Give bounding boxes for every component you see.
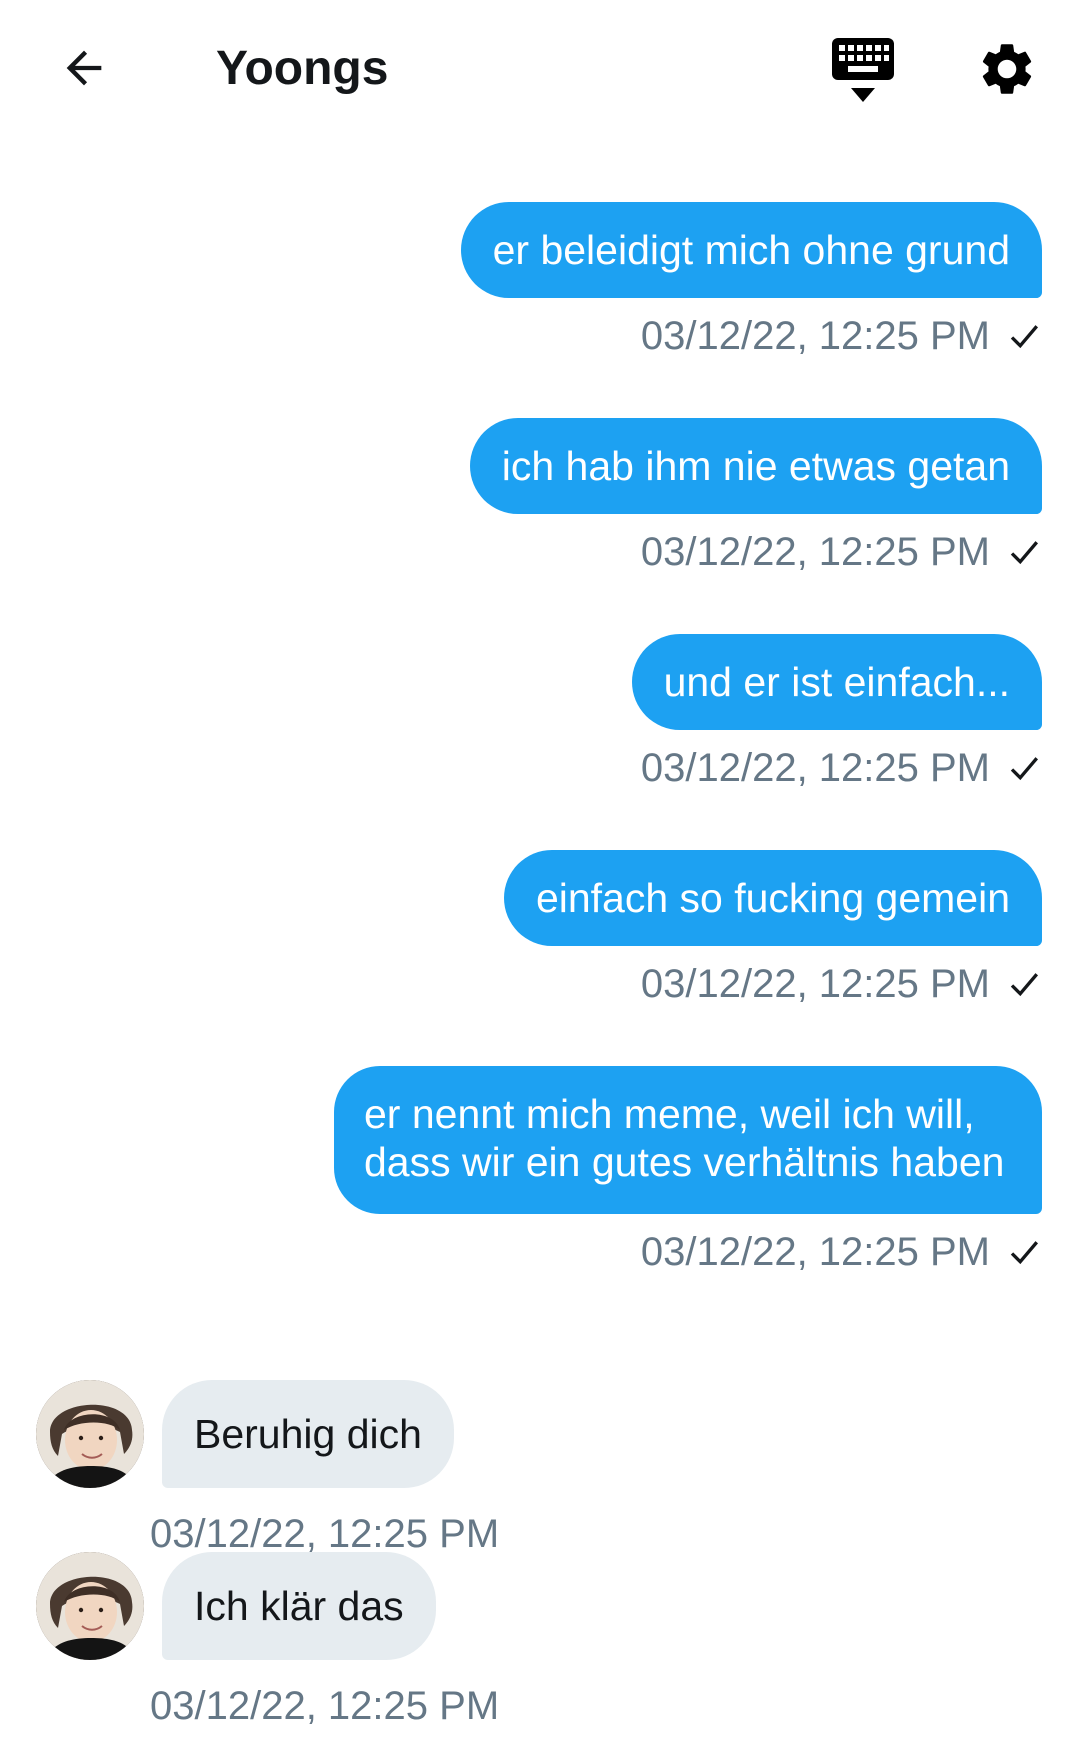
message-timestamp: 03/12/22, 12:25 PM xyxy=(640,530,990,574)
message-meta: 03/12/22, 12:25 PM xyxy=(641,528,1042,576)
avatar[interactable] xyxy=(36,1380,144,1488)
message-timestamp: 03/12/22, 12:25 PM xyxy=(640,962,990,1006)
message-meta: 03/12/22, 12:25 PM xyxy=(641,312,1042,360)
conversation-title: Yoongs xyxy=(216,42,389,95)
message-outgoing: er nennt mich meme, weil ich will, dass … xyxy=(334,1066,1042,1276)
check-icon xyxy=(1010,757,1039,781)
message-outgoing: und er ist einfach... 03/12/22, 12:25 PM xyxy=(631,634,1042,792)
message-bubble-incoming[interactable]: Ich klär das xyxy=(162,1552,436,1660)
arrow-left-icon xyxy=(66,50,102,86)
message-timestamp: 03/12/22, 12:25 PM xyxy=(640,314,990,358)
back-button[interactable] xyxy=(52,36,116,100)
message-timestamp: 03/12/22, 12:25 PM xyxy=(640,1230,990,1274)
message-bubble-outgoing[interactable]: ich hab ihm nie etwas getan xyxy=(469,418,1042,514)
message-bubble-incoming[interactable]: Beruhig dich xyxy=(162,1380,454,1488)
check-icon xyxy=(1010,973,1039,997)
check-icon xyxy=(1010,1241,1039,1265)
message-outgoing: er beleidigt mich ohne grund 03/12/22, 1… xyxy=(460,202,1042,360)
message-meta: 03/12/22, 12:25 PM xyxy=(641,1228,1042,1276)
message-meta: 03/12/22, 12:25 PM xyxy=(641,744,1042,792)
message-outgoing: ich hab ihm nie etwas getan 03/12/22, 12… xyxy=(469,418,1042,576)
message-bubble-outgoing[interactable]: und er ist einfach... xyxy=(631,634,1042,730)
message-outgoing: einfach so fucking gemein 03/12/22, 12:2… xyxy=(503,850,1042,1008)
message-list[interactable]: er beleidigt mich ohne grund 03/12/22, 1… xyxy=(0,140,1080,1744)
message-timestamp: 03/12/22, 12:25 PM xyxy=(640,746,990,790)
gear-icon xyxy=(982,44,1032,94)
message-meta: 03/12/22, 12:25 PM xyxy=(641,960,1042,1008)
keyboard-hide-icon xyxy=(832,38,894,102)
message-timestamp: 03/12/22, 12:25 PM xyxy=(150,1684,500,1728)
settings-button[interactable] xyxy=(976,38,1038,100)
message-bubble-outgoing[interactable]: er beleidigt mich ohne grund xyxy=(460,202,1042,298)
keyboard-toggle-button[interactable] xyxy=(830,36,896,106)
chat-header: Yoongs xyxy=(0,0,1080,140)
check-icon xyxy=(1010,541,1039,565)
message-timestamp: 03/12/22, 12:25 PM xyxy=(150,1512,500,1556)
avatar[interactable] xyxy=(36,1552,144,1660)
check-icon xyxy=(1010,325,1039,349)
message-bubble-outgoing[interactable]: einfach so fucking gemein xyxy=(503,850,1042,946)
message-bubble-outgoing[interactable]: er nennt mich meme, weil ich will, dass … xyxy=(334,1066,1042,1214)
